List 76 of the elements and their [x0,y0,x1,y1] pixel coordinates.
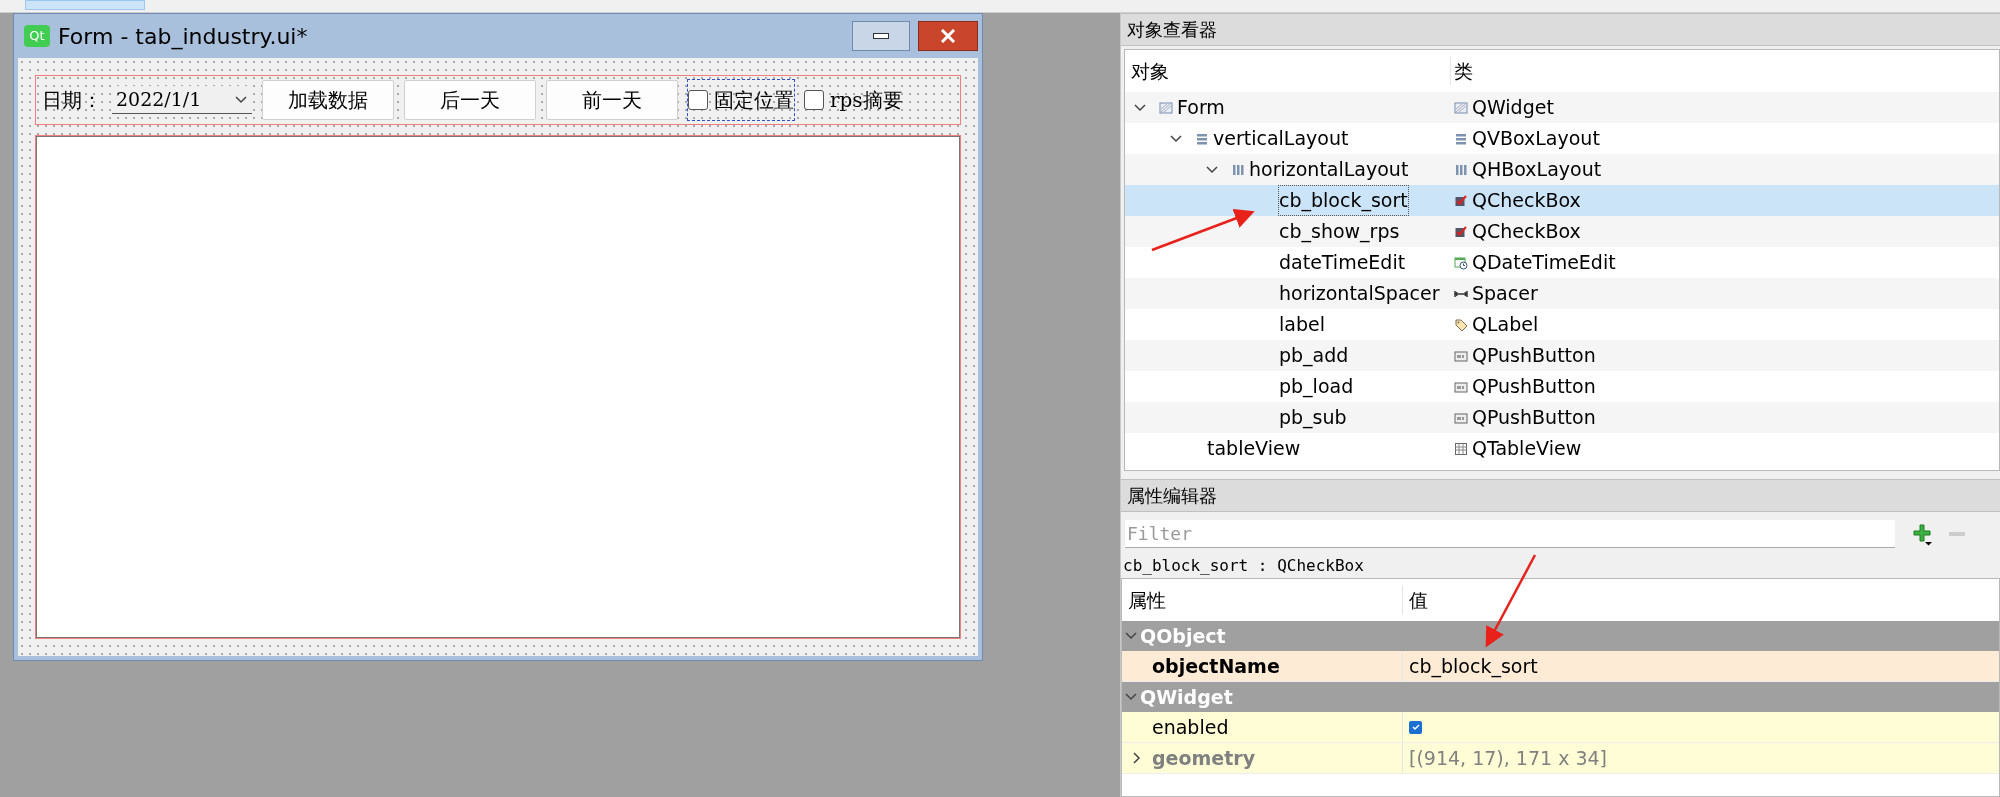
horizontal-layout-icon [1231,162,1245,177]
push-button[interactable]: 加载数据 [262,80,394,120]
object-name: cb_show_rps [1279,219,1400,245]
object-name: tableView [1207,436,1301,462]
object-name: dateTimeEdit [1279,250,1406,276]
minimize-icon [873,33,889,39]
close-button[interactable] [918,21,978,51]
dock-title: 对象查看器 [1121,13,2000,46]
tree-row[interactable]: horizontalLayout QHBoxLayout [1125,154,1999,185]
tag-icon [1454,317,1468,332]
push-button-icon [1454,379,1468,394]
class-name: QCheckBox [1472,219,1581,245]
property-value: cb_block_sort [1409,653,1538,680]
class-name: Spacer [1472,281,1538,307]
push-button-icon [1454,410,1468,425]
column-header[interactable]: 值 [1402,585,1999,615]
property-row[interactable]: objectName cb_block_sort [1122,651,1999,682]
window-title: Form - tab_industry.ui* [58,22,308,52]
class-name: QVBoxLayout [1472,126,1600,152]
push-button-icon [1454,348,1468,363]
checkmark-icon [1410,722,1421,732]
checkbox[interactable]: rps摘要 [804,80,903,120]
tree-row[interactable]: cb_block_sort QCheckBox [1125,185,1999,216]
object-name: pb_load [1279,374,1354,400]
minimize-button[interactable] [852,21,910,51]
vertical-layout-icon [1195,131,1209,146]
checkbox-icon [1454,224,1468,239]
tree-row[interactable]: pb_sub QPushButton [1125,402,1999,433]
push-button[interactable]: 前一天 [546,80,678,120]
vertical-layout-icon [1454,131,1468,146]
column-header[interactable]: 对象 [1125,56,1450,86]
push-button[interactable]: 后一天 [404,80,536,120]
filter-field[interactable]: Filter [1125,520,1895,548]
checkbox[interactable] [1409,720,1422,734]
table-icon [1454,441,1468,456]
class-name: QLabel [1472,312,1539,338]
object-name: pb_add [1279,343,1349,369]
class-name: QHBoxLayout [1472,157,1602,183]
property-name: geometry [1152,745,1256,771]
app-logo: Qt [24,25,50,47]
tree-row[interactable]: cb_show_rps QCheckBox [1125,216,1999,247]
dock-title: 属性编辑器 [1121,479,2000,512]
class-name: QTableView [1472,436,1582,462]
object-name: verticalLayout [1213,126,1349,152]
property-value: [(914, 17), 171 x 34] [1409,745,1607,771]
calendar-clock-icon [1454,255,1468,270]
checkbox[interactable]: 固定位置 [688,80,794,120]
date-edit[interactable]: 2022/1/1 [112,86,252,114]
horizontal-layout-icon [1454,162,1468,177]
class-name: QPushButton [1472,405,1596,431]
class-name: QWidget [1472,95,1554,121]
class-name: QDateTimeEdit [1472,250,1616,276]
object-name: label [1279,312,1325,338]
column-header[interactable]: 类 [1450,56,1999,86]
object-name: horizontalSpacer [1279,281,1440,307]
object-name: pb_sub [1279,405,1347,431]
widget-icon [1454,100,1468,115]
widget-icon [1159,100,1173,115]
add-icon[interactable] [1911,522,1933,546]
tree-row[interactable]: Form QWidget [1125,92,1999,123]
property-name: objectName [1152,653,1280,679]
class-name: QCheckBox [1472,188,1581,214]
object-name: Form [1177,95,1225,121]
tree-row[interactable]: pb_add QPushButton [1125,340,1999,371]
object-name: cb_block_sort [1279,186,1408,215]
object-name: horizontalLayout [1249,157,1409,183]
column-header[interactable]: 属性 [1122,585,1402,615]
current-object-label: cb_block_sort : QCheckBox [1122,556,1365,576]
property-name: enabled [1152,714,1229,740]
class-name: QPushButton [1472,343,1596,369]
class-name: QPushButton [1472,374,1596,400]
tree-row[interactable]: horizontalSpacer Spacer [1125,278,1999,309]
date-label: 日期： [42,87,102,114]
property-row[interactable]: enabled [1122,712,1999,743]
checkbox-icon [1454,193,1468,208]
close-icon [940,29,956,43]
